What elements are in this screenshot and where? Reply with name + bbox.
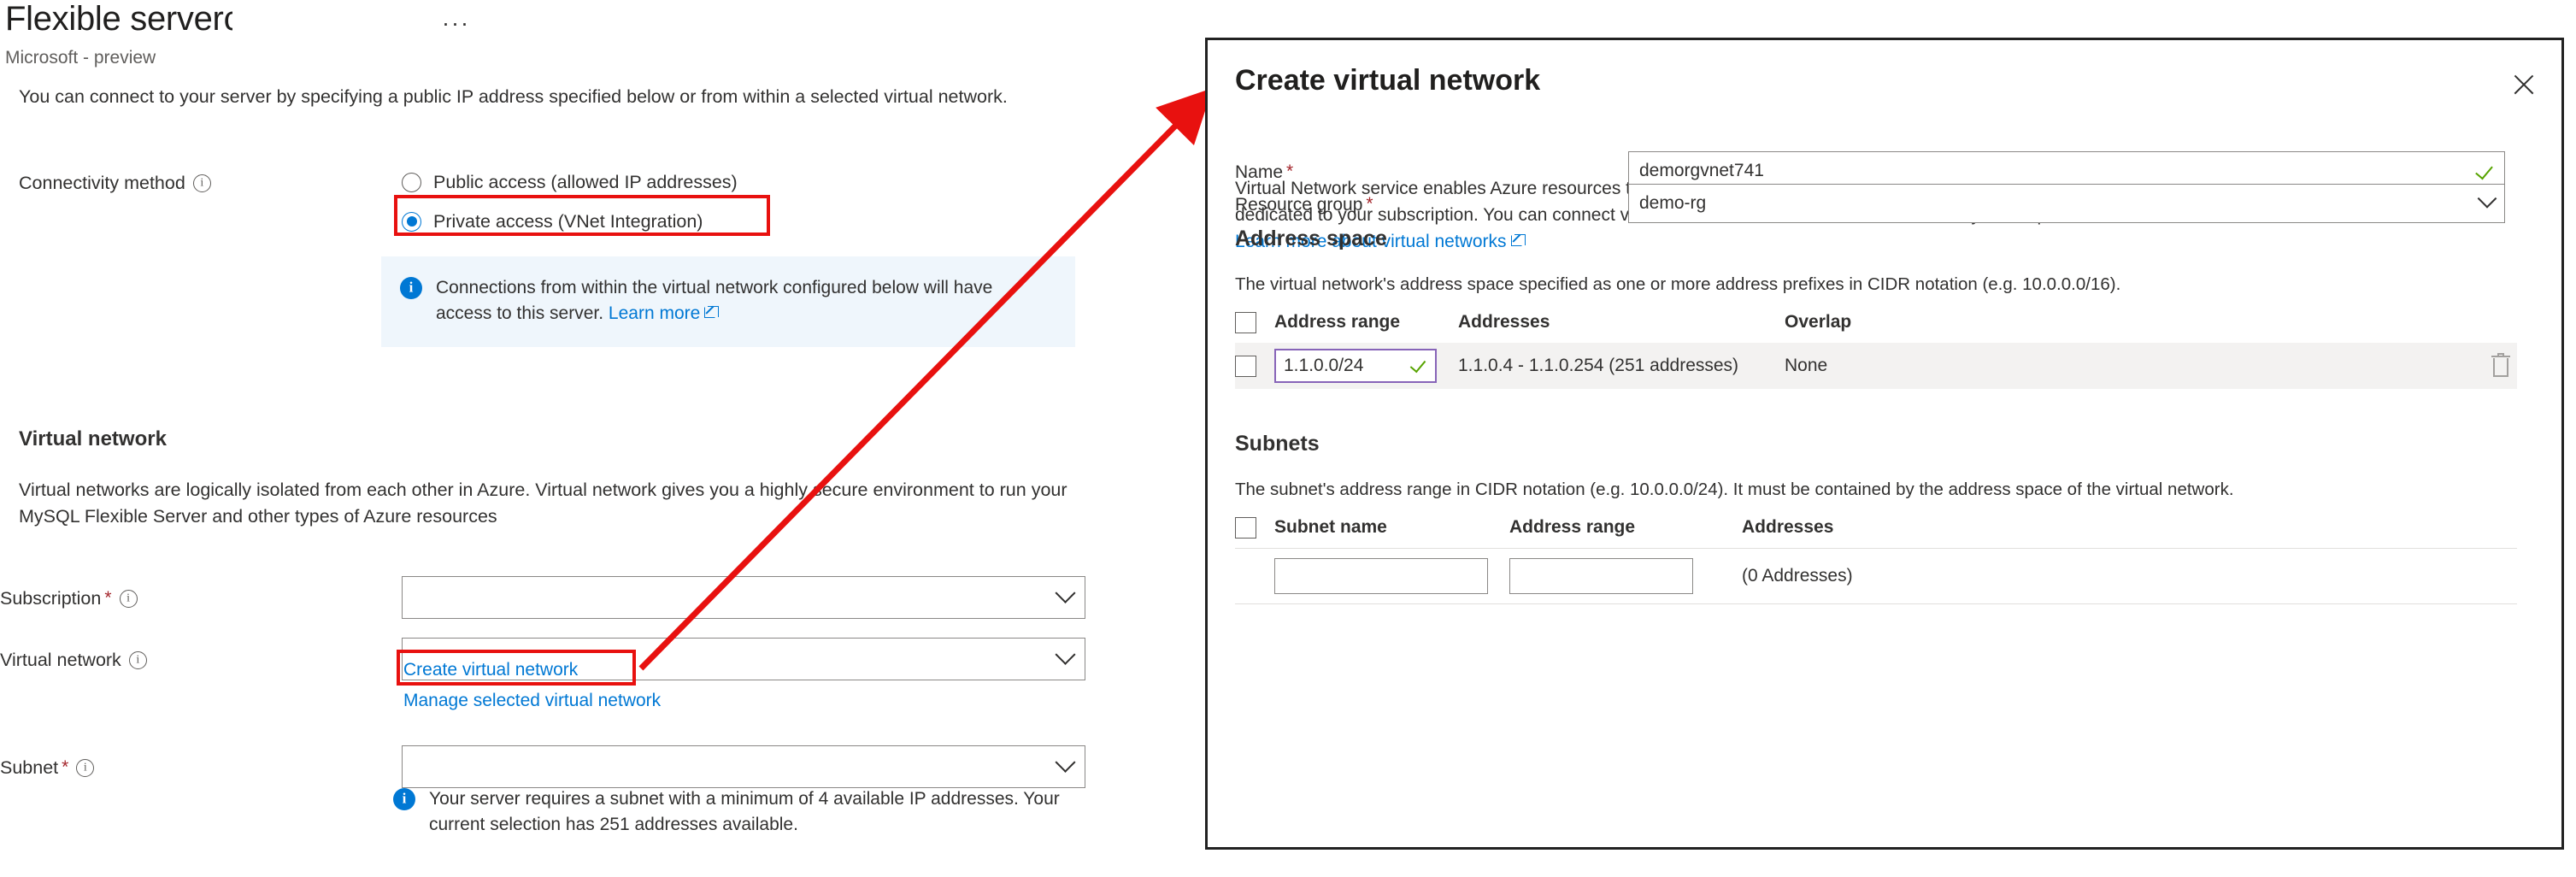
trash-icon[interactable] — [2490, 353, 2512, 379]
row-select-checkbox-cell[interactable] — [1235, 355, 1274, 377]
chevron-down-icon — [1055, 582, 1076, 603]
address-range-input[interactable]: 1.1.0.0/24 — [1274, 349, 1437, 383]
column-header-overlap: Overlap — [1785, 312, 1852, 332]
info-icon — [393, 788, 415, 810]
checkbox[interactable] — [1235, 355, 1256, 377]
external-link-icon — [1510, 234, 1526, 247]
flexible-server-networking-pane: Flexible serverc ··· Microsoft - preview… — [0, 0, 1214, 877]
select-all-address-ranges-checkbox-cell[interactable] — [1235, 311, 1274, 333]
subnets-table: Subnet name Address range Addresses (0 A… — [1235, 507, 2517, 604]
page-title-text: Flexible server — [5, 0, 224, 38]
page-title: Flexible serverc — [5, 0, 232, 38]
address-space-table: Address range Addresses Overlap 1.1.0.0/… — [1235, 302, 2517, 389]
radio-option-private-access[interactable]: Private access (VNet Integration) — [398, 203, 738, 239]
subnet-name-input[interactable] — [1274, 558, 1488, 594]
dialog-title: Create virtual network — [1235, 64, 1541, 97]
virtual-network-action-links: Create virtual network Manage selected v… — [402, 655, 662, 716]
subnet-addresses-cell: (0 Addresses) — [1742, 566, 1853, 586]
required-indicator: * — [62, 757, 69, 777]
required-indicator: * — [1286, 162, 1294, 181]
chevron-down-icon — [2477, 189, 2497, 209]
subscription-label-text: Subscription — [0, 588, 102, 609]
subscription-label: Subscription * — [0, 588, 138, 609]
vnet-name-input-value: demorgvnet741 — [1639, 161, 1764, 180]
vnet-name-label-text: Name — [1235, 162, 1284, 182]
virtual-network-label: Virtual network — [0, 650, 147, 671]
column-header-subnet-address-range: Address range — [1509, 517, 1636, 537]
learn-more-link[interactable]: Learn more — [609, 303, 700, 323]
addresses-cell: 1.1.0.4 - 1.1.0.254 (251 addresses) — [1458, 356, 1739, 375]
subnet-requirement-note: Your server requires a subnet with a min… — [393, 786, 1103, 838]
intro-paragraph: You can connect to your server by specif… — [19, 86, 1008, 107]
info-icon[interactable] — [119, 590, 138, 608]
external-link-icon — [704, 305, 720, 318]
subnet-address-range-input[interactable] — [1509, 558, 1693, 594]
virtual-network-label-text: Virtual network — [0, 650, 121, 670]
connectivity-method-label-text: Connectivity method — [19, 173, 185, 193]
subnet-label-text: Subnet — [0, 757, 59, 778]
page-subtitle: Microsoft - preview — [5, 48, 156, 68]
page-title-truncated-char: c — [224, 0, 232, 38]
chevron-down-icon — [1055, 644, 1076, 665]
radio-public-access-label: Public access (allowed IP addresses) — [433, 171, 738, 192]
learn-more-link-text: Learn more — [608, 303, 701, 323]
address-space-table-header: Address range Addresses Overlap — [1235, 302, 2517, 343]
screenshot-root: Flexible serverc ··· Microsoft - preview… — [0, 0, 2576, 877]
resource-group-dropdown-value: demo-rg — [1639, 193, 1707, 213]
table-row: 1.1.0.0/24 1.1.0.4 - 1.1.0.254 (251 addr… — [1235, 343, 2517, 389]
radio-public-access-indicator[interactable] — [402, 172, 421, 192]
subnet-requirement-note-text: Your server requires a subnet with a min… — [429, 789, 1060, 834]
required-indicator: * — [1366, 194, 1373, 214]
chevron-down-icon — [1055, 751, 1076, 773]
table-row: (0 Addresses) — [1235, 548, 2517, 604]
select-all-subnets-checkbox-cell[interactable] — [1235, 516, 1274, 539]
resource-group-dropdown[interactable]: demo-rg — [1628, 184, 2505, 223]
subnet-dropdown[interactable] — [402, 745, 1085, 788]
checkmark-icon — [1410, 357, 1427, 374]
subnet-address-range-cell — [1509, 558, 1742, 594]
overlap-cell: None — [1785, 356, 1828, 375]
column-header-subnet-addresses: Addresses — [1742, 517, 1834, 537]
checkbox[interactable] — [1235, 311, 1256, 333]
vnet-name-label: Name * — [1235, 162, 1293, 183]
radio-private-access-indicator[interactable] — [402, 211, 421, 232]
subscription-dropdown[interactable] — [402, 576, 1085, 619]
connectivity-method-label: Connectivity method — [19, 173, 211, 194]
address-range-cell: 1.1.0.0/24 — [1274, 349, 1458, 383]
info-icon[interactable] — [76, 759, 95, 777]
column-header-subnet-name: Subnet name — [1274, 517, 1387, 537]
column-header-address-range: Address range — [1274, 312, 1401, 332]
info-icon[interactable] — [192, 174, 211, 192]
virtual-network-section-description: Virtual networks are logically isolated … — [19, 480, 1067, 527]
virtual-network-section-heading: Virtual network — [19, 427, 167, 450]
subnets-table-header: Subnet name Address range Addresses — [1235, 507, 2517, 548]
subnets-heading: Subnets — [1235, 432, 1320, 456]
close-icon[interactable] — [2508, 69, 2539, 100]
resource-group-label-text: Resource group — [1235, 195, 1363, 215]
address-range-input-value: 1.1.0.0/24 — [1284, 356, 1364, 375]
radio-option-public-access[interactable]: Public access (allowed IP addresses) — [398, 164, 738, 200]
checkbox[interactable] — [1235, 516, 1256, 539]
info-icon[interactable] — [128, 651, 147, 669]
subnets-description: The subnet's address range in CIDR notat… — [1235, 480, 2234, 499]
required-indicator: * — [104, 588, 112, 608]
private-access-info-banner-text: Connections from within the virtual netw… — [436, 275, 1034, 347]
radio-private-access-label: Private access (VNet Integration) — [433, 210, 703, 232]
subnet-label: Subnet * — [0, 757, 95, 779]
connectivity-method-radio-group[interactable]: Public access (allowed IP addresses) Pri… — [398, 164, 738, 243]
subnet-name-cell — [1274, 558, 1509, 594]
resource-group-label: Resource group * — [1235, 194, 1373, 215]
create-virtual-network-dialog: Create virtual network Virtual Network s… — [1205, 38, 2564, 850]
address-space-description: The virtual network's address space spec… — [1235, 274, 2121, 294]
column-header-addresses: Addresses — [1458, 312, 1550, 332]
manage-selected-virtual-network-link[interactable]: Manage selected virtual network — [402, 686, 662, 716]
private-access-info-banner: Connections from within the virtual netw… — [381, 256, 1075, 347]
address-space-heading: Address space — [1235, 227, 1387, 250]
info-icon — [400, 277, 422, 299]
checkmark-icon — [2475, 162, 2494, 180]
create-virtual-network-link[interactable]: Create virtual network — [402, 655, 579, 686]
more-options-ellipsis-icon[interactable]: ··· — [442, 12, 470, 35]
